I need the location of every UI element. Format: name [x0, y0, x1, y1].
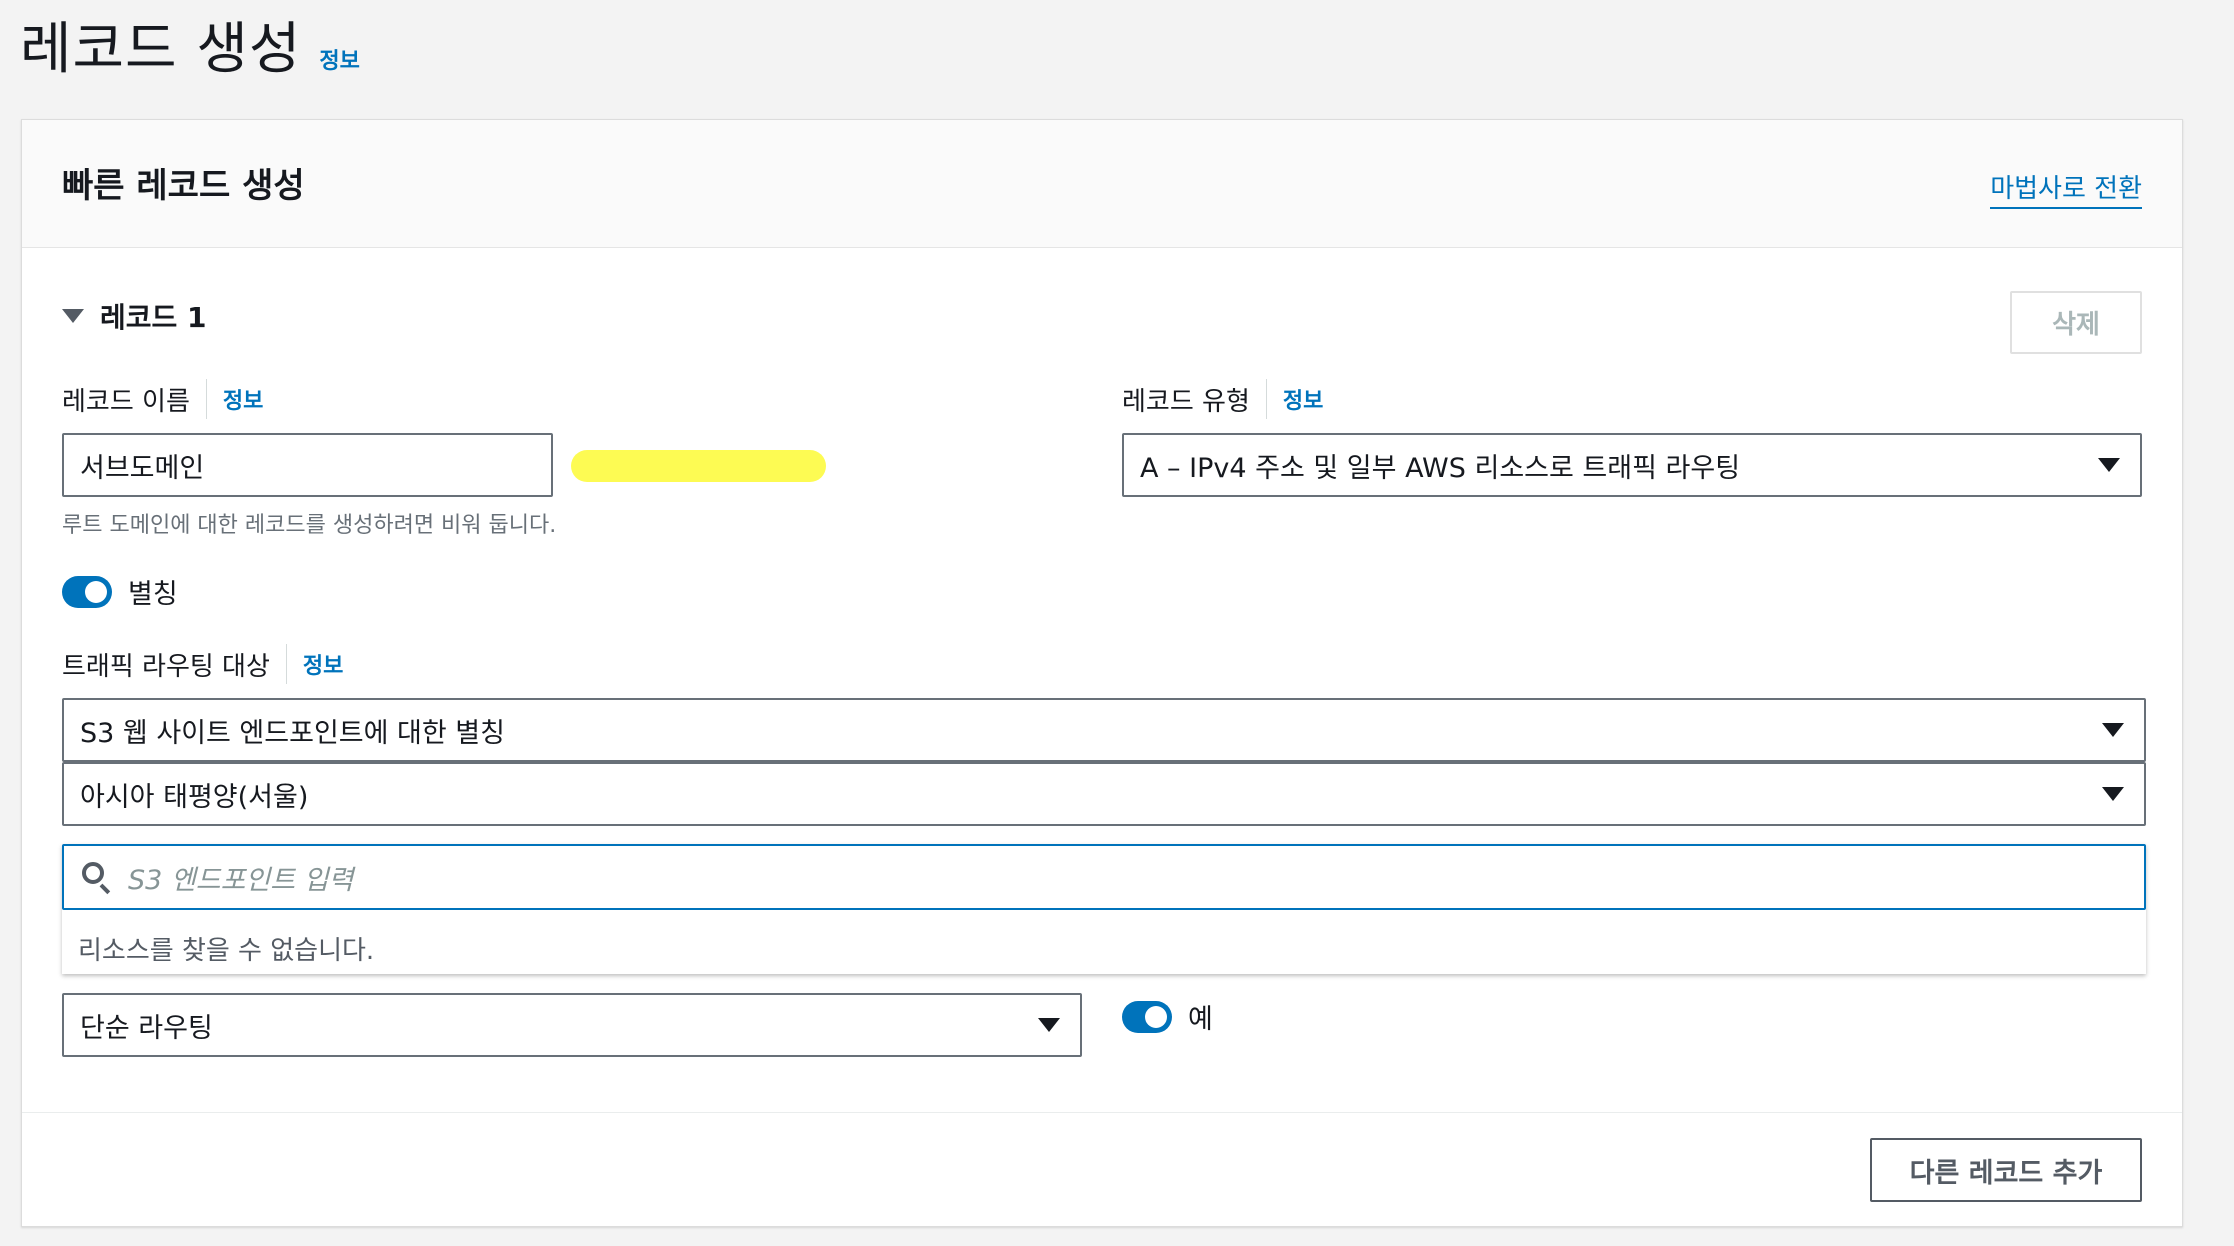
record-type-select[interactable]: A – IPv4 주소 및 일부 AWS 리소스로 트래픽 라우팅	[1122, 433, 2142, 497]
routing-policy-value: 단순 라우팅	[80, 1012, 213, 1044]
record-name-label-row: 레코드 이름 정보	[62, 379, 263, 419]
region-select[interactable]: 아시아 태평양(서울)	[62, 762, 2146, 826]
dropdown-arrow-icon	[2102, 723, 2124, 737]
label-divider	[285, 644, 287, 684]
alias-label: 별칭	[128, 579, 178, 610]
evaluate-health-toggle[interactable]	[1122, 1000, 1172, 1033]
dropdown-arrow-icon	[2098, 458, 2120, 472]
no-results-message: 리소스를 찾을 수 없습니다.	[78, 936, 375, 966]
record-header-label: 레코드 1	[100, 301, 207, 334]
page-title: 레코드 생성	[20, 17, 302, 82]
record-expander[interactable]: 레코드 1	[62, 296, 207, 336]
dropdown-arrow-icon	[1038, 1018, 1060, 1032]
page-info-link[interactable]: 정보	[319, 43, 359, 75]
routing-policy-select[interactable]: 단순 라우팅	[62, 993, 1082, 1057]
panel-title: 빠른 레코드 생성	[62, 166, 305, 206]
endpoint-type-select[interactable]: S3 웹 사이트 엔드포인트에 대한 별칭	[62, 698, 2146, 762]
dropdown-arrow-icon	[2102, 787, 2124, 801]
label-divider	[205, 379, 207, 419]
page-title-row: 레코드 생성 정보	[20, 4, 360, 85]
record-type-label-row: 레코드 유형 정보	[1122, 379, 1323, 419]
record-name-value: 서브도메인	[80, 452, 205, 484]
record-name-info-link[interactable]: 정보	[223, 383, 263, 415]
switch-to-wizard-link[interactable]: 마법사로 전환	[1990, 168, 2142, 209]
endpoint-search-input[interactable]: S3 엔드포인트 입력	[62, 844, 2146, 910]
alias-toggle-row: 별칭	[62, 572, 178, 611]
panel-header: 빠른 레코드 생성 마법사로 전환	[22, 120, 2182, 248]
evaluate-health-toggle-row: 예	[1122, 997, 1213, 1036]
record-name-hint: 루트 도메인에 대한 레코드를 생성하려면 비워 둡니다.	[62, 513, 557, 538]
record-type-info-link[interactable]: 정보	[1283, 383, 1323, 415]
record-name-label: 레코드 이름	[62, 386, 190, 417]
alias-toggle[interactable]	[62, 575, 112, 608]
evaluate-health-label: 예	[1188, 1004, 1213, 1035]
routing-target-label-row: 트래픽 라우팅 대상 정보	[62, 644, 343, 684]
routing-target-label: 트래픽 라우팅 대상	[62, 651, 270, 682]
endpoint-search-dropdown: S3 엔드포인트 입력 리소스를 찾을 수 없습니다.	[62, 844, 2146, 974]
redaction-highlight	[571, 450, 826, 482]
label-divider	[1265, 379, 1267, 419]
page: 레코드 생성 정보 빠른 레코드 생성 마법사로 전환 레코드 1 삭제 레코드…	[0, 0, 2234, 1246]
footer-divider	[22, 1112, 2182, 1113]
record-type-label: 레코드 유형	[1122, 386, 1250, 417]
record-type-value: A – IPv4 주소 및 일부 AWS 리소스로 트래픽 라우팅	[1140, 452, 1741, 484]
endpoint-type-value: S3 웹 사이트 엔드포인트에 대한 별칭	[80, 717, 505, 749]
record-name-input[interactable]: 서브도메인	[62, 433, 553, 497]
endpoint-search-placeholder: S3 엔드포인트 입력	[128, 864, 354, 896]
toggle-knob	[1145, 1005, 1167, 1028]
routing-target-info-link[interactable]: 정보	[303, 648, 343, 680]
quick-create-panel: 빠른 레코드 생성 마법사로 전환 레코드 1 삭제 레코드 이름 정보 서브도…	[21, 119, 2183, 1227]
toggle-knob	[85, 580, 107, 603]
delete-button[interactable]: 삭제	[2010, 291, 2142, 354]
region-value: 아시아 태평양(서울)	[80, 781, 309, 813]
add-another-record-button[interactable]: 다른 레코드 추가	[1870, 1138, 2142, 1202]
caret-down-icon	[62, 309, 84, 323]
search-icon	[82, 862, 112, 895]
